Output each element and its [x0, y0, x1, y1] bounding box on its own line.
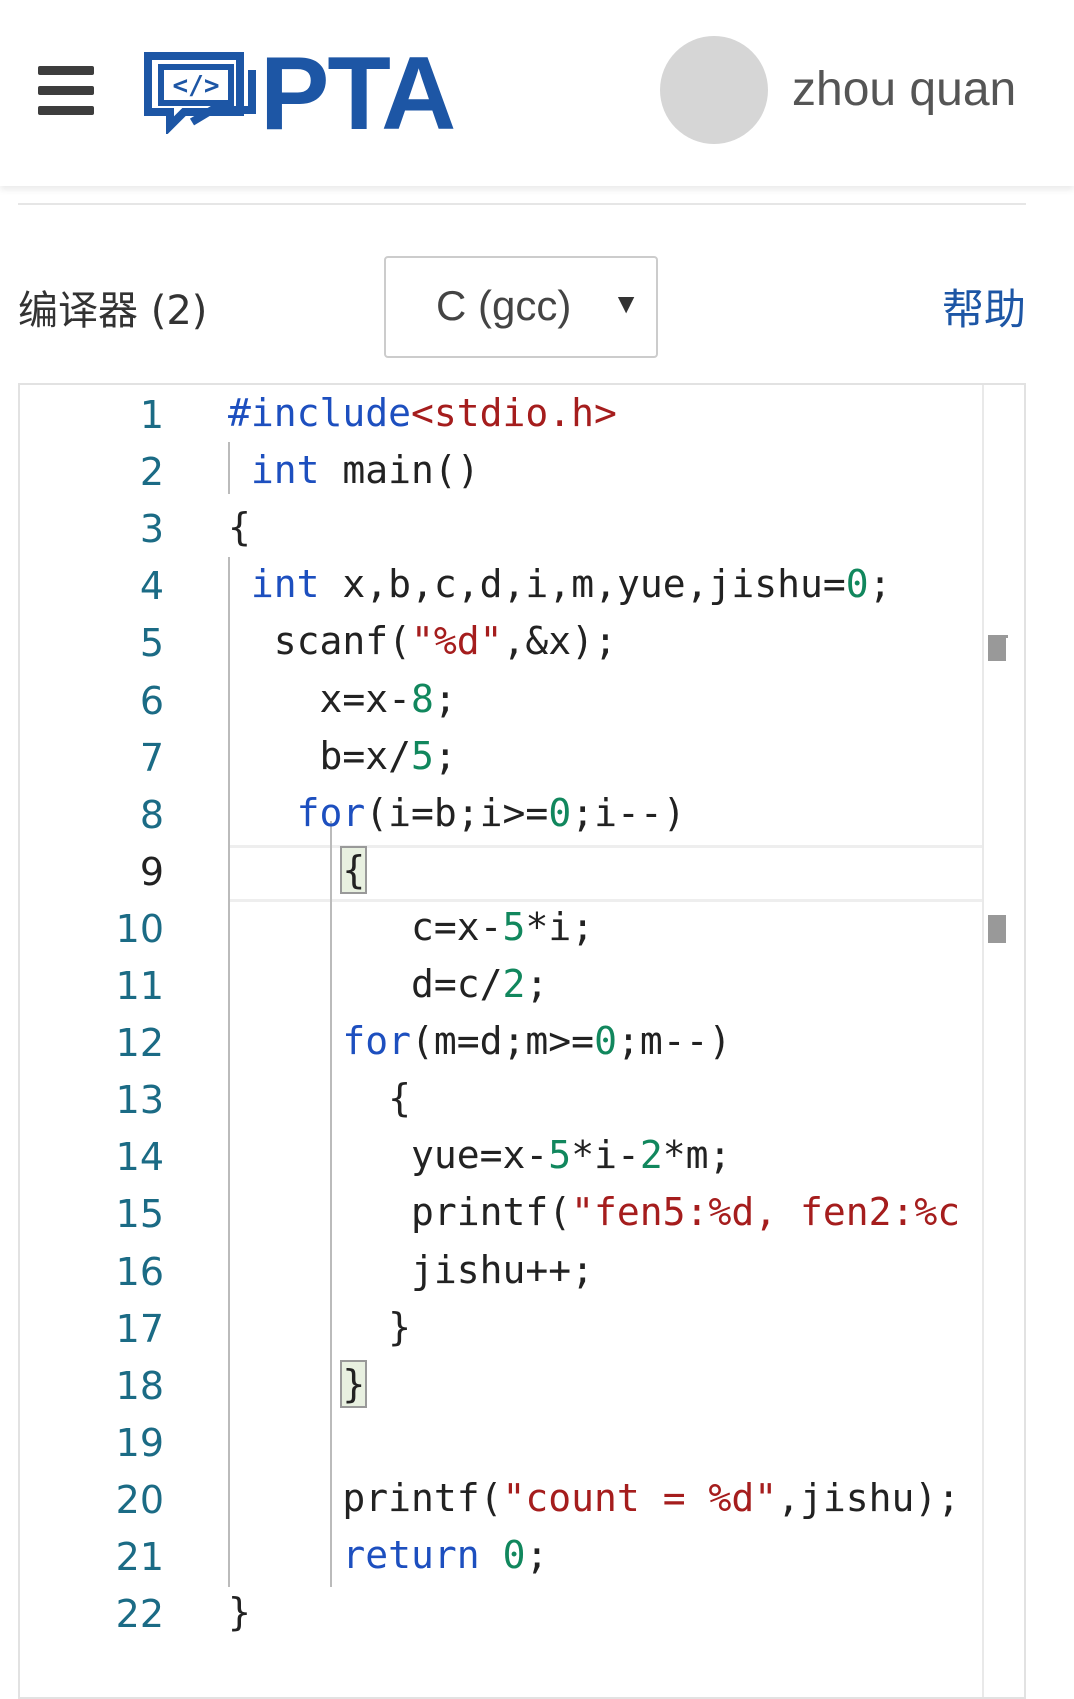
code-editor[interactable]: 1 2 3 4 5 6 7 8 9 10 11 12 13 14 15 16 17 18 19 20 21 22 #inc… — [18, 383, 1026, 1699]
code-token: for — [296, 790, 366, 835]
code-line[interactable]: b=x/5; — [228, 734, 457, 778]
code-token: { — [340, 845, 368, 894]
code-token: c=x- — [228, 904, 503, 949]
code-token: (i=b;i>= — [365, 790, 549, 835]
code-line[interactable]: } — [228, 1359, 368, 1408]
code-token: scanf( — [228, 619, 412, 664]
code-token: ; — [525, 962, 549, 1006]
code-line[interactable]: d=c/2; — [228, 962, 548, 1006]
code-token: ; — [525, 1533, 549, 1577]
section-divider — [18, 203, 1026, 205]
logo-text: PTA — [260, 36, 456, 152]
code-token: } — [228, 1304, 412, 1349]
code-token: "count = %d" — [502, 1475, 778, 1520]
code-token: 8 — [411, 676, 434, 721]
code-line[interactable]: for(m=d;m>=0;m--) — [228, 1019, 731, 1063]
code-token: 0 — [845, 562, 869, 607]
code-token: main() — [319, 448, 480, 493]
code-token: } — [340, 1359, 368, 1408]
code-token: 0 — [594, 1019, 617, 1064]
code-line[interactable]: { — [228, 505, 251, 549]
code-token: printf( — [228, 1475, 503, 1520]
code-token: ;i--) — [571, 790, 686, 835]
code-token: ,&x); — [502, 619, 617, 664]
code-line[interactable]: scanf("%d",&x); — [228, 619, 617, 663]
app-header: </> PTA zhou quan — [0, 0, 1074, 186]
code-token: int — [250, 448, 320, 493]
code-line[interactable]: } — [228, 1590, 251, 1634]
code-token: 2 — [639, 1133, 663, 1178]
code-line[interactable]: #include<stdio.h> — [228, 391, 617, 435]
username[interactable]: zhou quan — [792, 62, 1016, 117]
code-token: *i- — [571, 1133, 640, 1178]
code-token: x=x- — [228, 676, 412, 721]
code-token: ,jishu); — [777, 1475, 961, 1520]
code-token: } — [228, 1590, 251, 1635]
code-token: ; — [868, 562, 892, 607]
compiler-select-value: C (gcc) — [436, 282, 572, 329]
code-token: *i; — [525, 904, 595, 949]
code-line[interactable]: jishu++; — [228, 1248, 594, 1292]
code-line[interactable]: int x,b,c,d,i,m,yue,jishu=0; — [228, 562, 892, 606]
code-line[interactable]: printf("fen5:%d, fen2:%c — [228, 1190, 960, 1234]
code-token: for — [342, 1019, 412, 1064]
pta-logo[interactable]: </> PTA — [144, 42, 484, 146]
compiler-select[interactable]: C (gcc) ▼ — [384, 256, 658, 358]
code-token: ; — [433, 676, 457, 721]
svg-text:</>: </> — [173, 71, 220, 101]
vertical-scrollbar[interactable] — [982, 385, 1024, 1697]
code-token: return — [342, 1533, 480, 1577]
scrollbar-marker — [988, 635, 1006, 661]
code-token: 5 — [502, 904, 526, 949]
code-token: yue=x- — [228, 1133, 549, 1178]
code-area[interactable]: #include<stdio.h> int main() { int x,b,c,… — [20, 385, 1024, 1697]
code-line[interactable]: { — [228, 845, 368, 894]
code-line[interactable]: c=x-5*i; — [228, 905, 594, 949]
code-token: jishu++; — [228, 1247, 595, 1292]
code-token: x,b,c,d,i,m,yue,jishu= — [319, 562, 846, 607]
code-token: ; — [433, 733, 457, 778]
hamburger-menu-icon[interactable] — [38, 66, 94, 115]
compiler-label: 编译器 (2) — [18, 288, 208, 334]
code-line[interactable]: return 0; — [228, 1533, 548, 1577]
code-token: 0 — [502, 1533, 526, 1577]
code-token: d=c/ — [228, 962, 503, 1006]
code-line[interactable]: { — [228, 1076, 411, 1120]
code-line[interactable]: printf("count = %d",jishu); — [228, 1476, 960, 1520]
code-token: 2 — [502, 962, 526, 1006]
code-token: int — [250, 562, 320, 607]
code-line[interactable]: x=x-8; — [228, 677, 457, 721]
code-token: "fen5:%d, fen2:%c — [571, 1190, 961, 1235]
help-link[interactable]: 帮助 — [942, 276, 1026, 337]
avatar[interactable] — [660, 36, 768, 144]
code-token: b=x/ — [228, 733, 412, 778]
code-line[interactable]: for(i=b;i>=0;i--) — [228, 791, 686, 835]
code-token: "%d" — [411, 619, 503, 664]
code-line[interactable]: int main() — [228, 448, 480, 492]
code-line[interactable]: yue=x-5*i-2*m; — [228, 1133, 731, 1177]
code-token: ;m--) — [616, 1019, 732, 1064]
scrollbar-marker — [988, 915, 1006, 943]
code-token: #include — [228, 391, 412, 435]
code-token: <stdio.h> — [411, 391, 617, 435]
code-token: { — [228, 1076, 412, 1121]
code-line[interactable]: } — [228, 1305, 411, 1349]
code-token: 0 — [548, 790, 572, 835]
code-token: *m; — [662, 1133, 732, 1178]
code-token: 5 — [411, 733, 434, 778]
code-token: printf( — [228, 1190, 572, 1235]
code-token: 5 — [548, 1133, 572, 1178]
code-chat-logo-icon: </> — [144, 52, 256, 134]
code-token: (m=d;m>= — [411, 1019, 595, 1064]
dropdown-arrow-icon: ▼ — [612, 288, 640, 319]
code-token: { — [228, 505, 251, 550]
